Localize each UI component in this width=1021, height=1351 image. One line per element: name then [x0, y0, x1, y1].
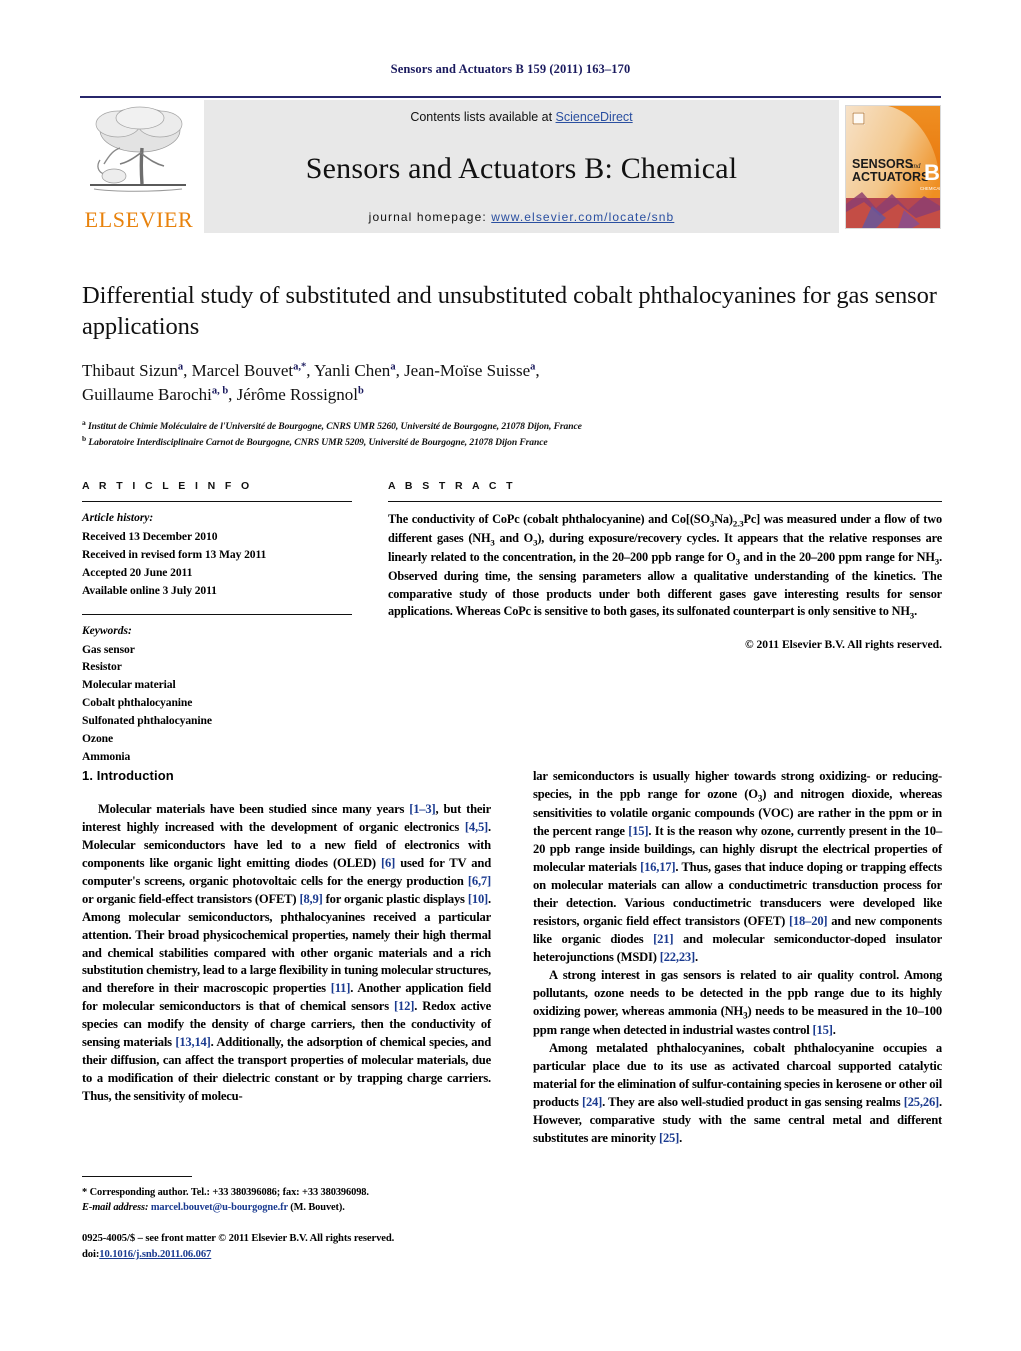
corresponding-author-line: * Corresponding author. Tel.: +33 380396…	[82, 1187, 369, 1198]
doi-line: doi:10.1016/j.snb.2011.06.067	[82, 1247, 542, 1263]
history-item: Accepted 20 June 2011	[82, 565, 193, 579]
history-item: Available online 3 July 2011	[82, 583, 217, 597]
email-line[interactable]: E-mail address: marcel.bouvet@u-bourgogn…	[82, 1200, 491, 1215]
keyword-item: Sulfonated phthalocyanine	[82, 714, 212, 728]
paper-page: Sensors and Actuators B 159 (2011) 163–1…	[0, 0, 1021, 1351]
elsevier-wordmark: ELSEVIER	[84, 207, 194, 232]
issn-line: 0925-4005/$ – see front matter © 2011 El…	[82, 1233, 395, 1244]
intro-paragraph-right-2: A strong interest in gas sensors is rela…	[533, 967, 942, 1038]
article-info-heading: A R T I C L E I N F O	[82, 480, 253, 492]
article-info-column: A R T I C L E I N F O Article history: R…	[82, 480, 352, 766]
contents-line: Contents lists available at ScienceDirec…	[410, 110, 632, 124]
body-column-left: 1. Introduction Molecular materials have…	[82, 768, 491, 1148]
journal-homepage-link[interactable]: www.elsevier.com/locate/snb	[491, 210, 674, 224]
history-item: Received 13 December 2010	[82, 529, 218, 543]
keyword-item: Resistor	[82, 660, 122, 674]
affiliation-a: a Institut de Chimie Moléculaire de l'Un…	[82, 418, 582, 433]
keywords-label: Keywords:	[82, 624, 132, 637]
title-block: Differential study of substituted and un…	[82, 280, 942, 450]
body-area: 1. Introduction Molecular materials have…	[82, 768, 942, 1148]
keyword-item: Ozone	[82, 732, 114, 746]
author-list: Thibaut Sizuna, Marcel Bouveta,*, Yanli …	[82, 359, 942, 408]
abstract-rule	[388, 501, 942, 502]
corresponding-author-footnote: * Corresponding author. Tel.: +33 380396…	[82, 1176, 491, 1215]
contents-prefix: Contents lists available at	[410, 110, 556, 124]
page-footer: 0925-4005/$ – see front matter © 2011 El…	[82, 1231, 542, 1263]
elsevier-logo: ELSEVIER	[80, 100, 198, 233]
doi-prefix: doi:	[82, 1248, 100, 1260]
intro-paragraph-right-1: lar semiconductors is usually higher tow…	[533, 769, 943, 964]
journal-homepage-line: journal homepage: www.elsevier.com/locat…	[369, 210, 675, 224]
article-info-rule	[82, 501, 352, 502]
keyword-item: Cobalt phthalocyanine	[82, 696, 193, 710]
keywords-rule	[82, 613, 352, 615]
section-heading-introduction: 1. Introduction	[82, 768, 174, 783]
affiliation-b: b Laboratoire Interdisciplinaire Carnot …	[82, 434, 548, 449]
abstract-heading: A B S T R A C T	[388, 480, 516, 492]
footnote-rule	[82, 1176, 192, 1177]
abstract-text: The conductivity of CoPc (cobalt phthalo…	[388, 512, 942, 621]
keywords-block: Keywords: Gas sensor Resistor Molecular …	[82, 613, 352, 767]
author-line-2: Guillaume Barochia, b, Jérôme Rossignolb	[82, 385, 364, 405]
page-title: Differential study of substituted and un…	[82, 282, 937, 341]
affiliation-a-text: Institut de Chimie Moléculaire de l'Univ…	[87, 421, 582, 433]
journal-title: Sensors and Actuators B: Chemical	[305, 152, 738, 185]
journal-band: Contents lists available at ScienceDirec…	[204, 100, 839, 233]
author-line-1: Thibaut Sizuna, Marcel Bouveta,*, Yanli …	[82, 360, 540, 380]
svg-text:SENSORS: SENSORS	[852, 157, 913, 171]
history-item: Received in revised form 13 May 2011	[82, 547, 267, 561]
intro-paragraph-left: Molecular materials have been studied si…	[82, 802, 492, 1103]
body-column-right: lar semiconductors is usually higher tow…	[533, 768, 942, 1148]
svg-text:and: and	[910, 162, 921, 170]
keyword-item: Ammonia	[82, 750, 131, 764]
svg-text:ACTUATORS: ACTUATORS	[852, 170, 929, 184]
journal-masthead: ELSEVIER Contents lists available at Sci…	[80, 96, 941, 233]
abstract-column: A B S T R A C T The conductivity of CoPc…	[388, 480, 942, 766]
keyword-item: Gas sensor	[82, 642, 135, 656]
running-head: Sensors and Actuators B 159 (2011) 163–1…	[390, 62, 631, 76]
homepage-prefix: journal homepage:	[368, 210, 492, 224]
copyright-line: © 2011 Elsevier B.V. All rights reserved…	[744, 638, 942, 652]
doi-link[interactable]: 10.1016/j.snb.2011.06.067	[99, 1249, 211, 1260]
svg-text:CHEMICAL: CHEMICAL	[920, 186, 940, 191]
article-history-label: Article history:	[82, 512, 154, 524]
affiliation-b-text: Laboratoire Interdisciplinaire Carnot de…	[88, 437, 548, 449]
elsevier-tree-icon	[90, 106, 186, 192]
svg-text:B: B	[924, 160, 940, 185]
keyword-item: Molecular material	[82, 678, 176, 692]
info-abstract-area: A R T I C L E I N F O Article history: R…	[82, 480, 942, 766]
sciencedirect-link[interactable]: ScienceDirect	[556, 110, 633, 124]
intro-paragraph-right-3: Among metalated phthalocyanines, cobalt …	[533, 1041, 942, 1145]
journal-cover-thumbnail: SENSORS and ACTUATORS B CHEMICAL	[845, 104, 941, 229]
